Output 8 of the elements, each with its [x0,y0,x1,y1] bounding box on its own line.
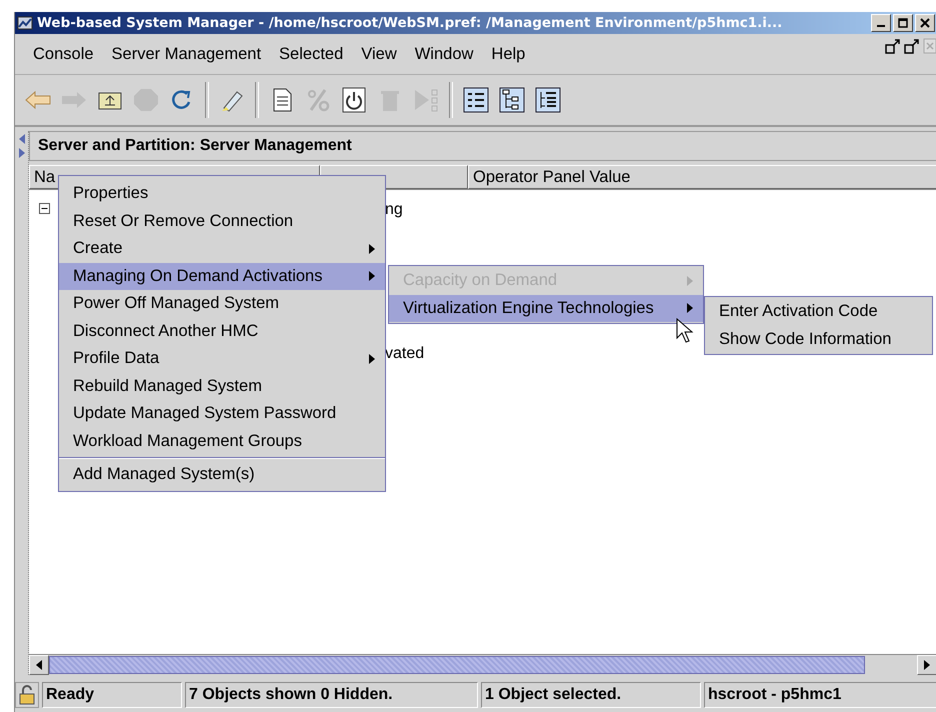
table-cell-text: ng [385,200,404,220]
status-text: 7 Objects shown 0 Hidden. [185,682,478,708]
status-text: Ready [42,682,182,708]
window-title: Web-based System Manager - /home/hscroot/WebSM.pref: /Management Environment/p5hmc1.i... [37,15,784,31]
table-cell: vated [385,344,424,364]
panel-title: Server and Partition: Server Management [38,137,352,155]
status-text: 1 Object selected. [481,682,701,708]
status-text: hscroot - p5hmc1 [704,682,936,708]
